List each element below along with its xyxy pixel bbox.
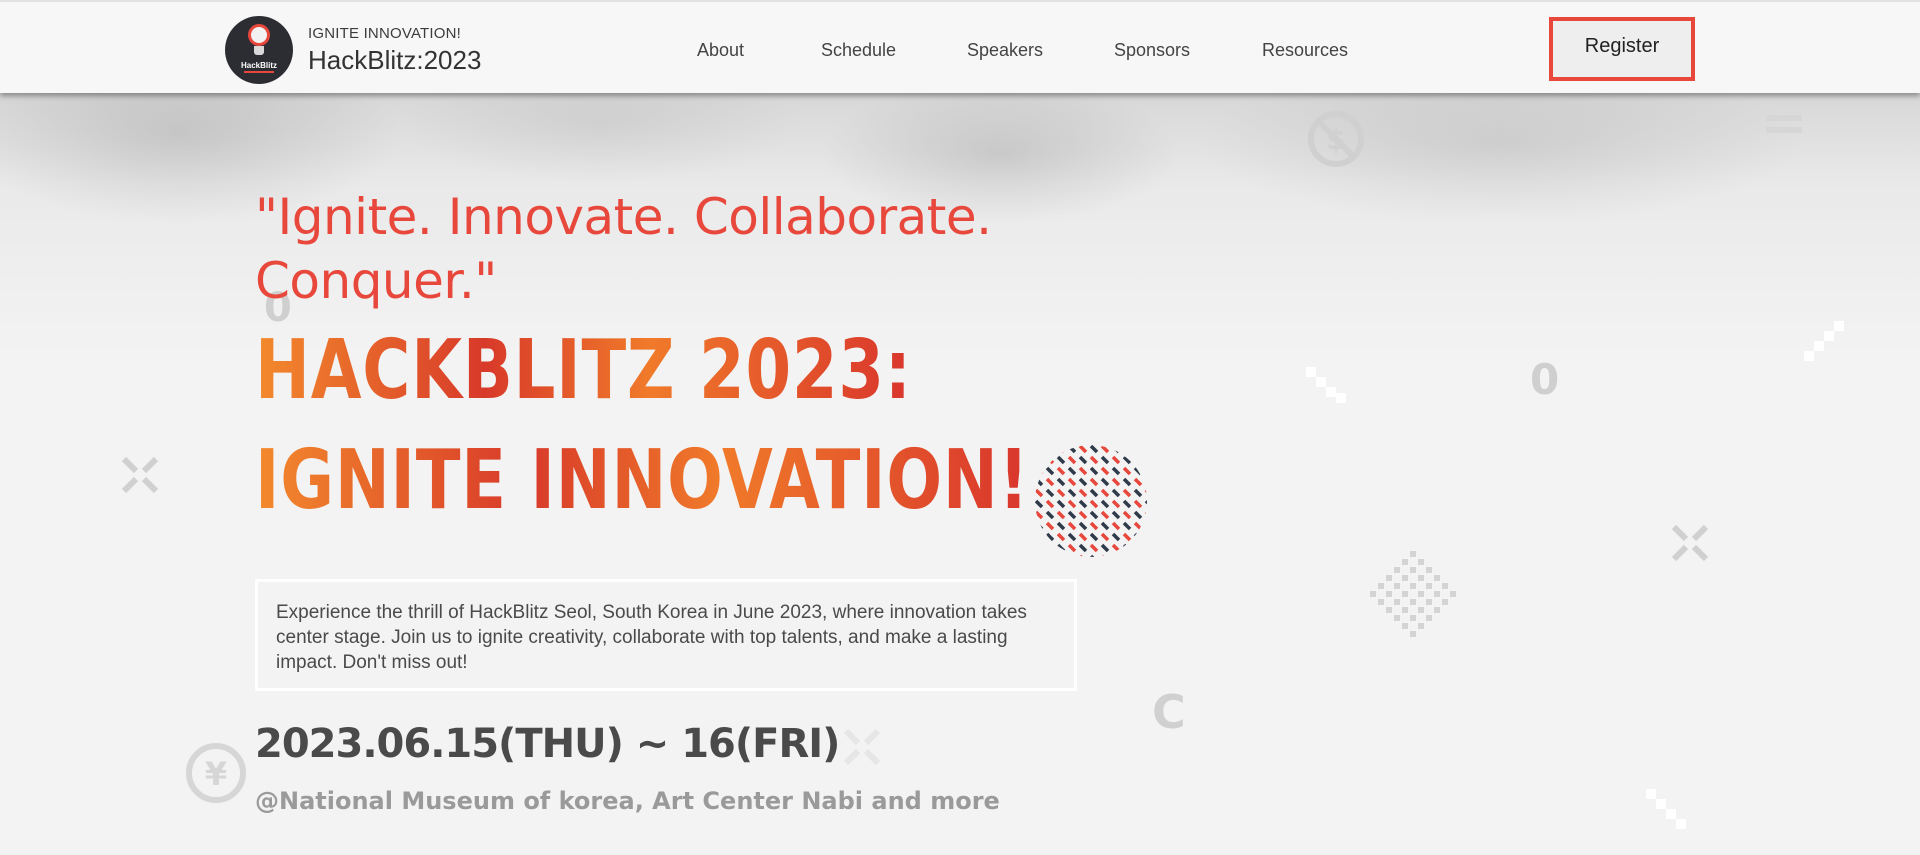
cross-icon bbox=[121, 456, 159, 494]
c-glyph: C bbox=[1152, 685, 1186, 739]
hero-quote: "Ignite. Innovate. Collaborate. Conquer.… bbox=[255, 188, 992, 310]
hero-section: $ 0 0 C ¥ "Ignite. Innovate. Collaborate… bbox=[0, 93, 1920, 855]
hero-title-line1: HACKBLITZ 2023: bbox=[255, 323, 912, 418]
cross-icon-bottom bbox=[843, 728, 881, 766]
event-venue: @National Museum of korea, Art Center Na… bbox=[255, 787, 1000, 815]
nav-about[interactable]: About bbox=[697, 40, 744, 61]
nav-speakers[interactable]: Speakers bbox=[967, 40, 1043, 61]
yen-icon: ¥ bbox=[186, 743, 246, 803]
pixel-stairs-icon bbox=[1306, 367, 1346, 403]
site-header: HackBlitz IGNITE INNOVATION! HackBlitz:2… bbox=[0, 0, 1920, 93]
zero-glyph-right: 0 bbox=[1530, 355, 1560, 404]
equals-icon bbox=[1766, 115, 1802, 133]
logo-underline bbox=[225, 71, 293, 73]
hero-title-line2: IGNITE INNOVATION! bbox=[255, 433, 1030, 528]
register-label: Register bbox=[1584, 35, 1660, 57]
pixel-stairs-icon-bottom bbox=[1646, 789, 1686, 829]
description-box: Experience the thrill of HackBlitz Seol,… bbox=[255, 579, 1077, 691]
cross-icon-right bbox=[1671, 524, 1709, 562]
nav-sponsors[interactable]: Sponsors bbox=[1114, 40, 1190, 61]
register-button[interactable]: Register bbox=[1549, 17, 1695, 81]
svg-text:$: $ bbox=[1326, 123, 1345, 156]
nav-resources[interactable]: Resources bbox=[1262, 40, 1348, 61]
description-text: Experience the thrill of HackBlitz Seol,… bbox=[276, 602, 1027, 673]
no-dollar-icon: $ bbox=[1308, 111, 1364, 167]
dot-diamond-icon bbox=[1370, 551, 1456, 637]
event-date: 2023.06.15(THU) ~ 16(FRI) bbox=[255, 721, 840, 767]
pixel-stairs-icon-right bbox=[1804, 321, 1844, 361]
dot-pattern-icon bbox=[1035, 445, 1147, 557]
nav-schedule[interactable]: Schedule bbox=[821, 40, 896, 61]
svg-text:¥: ¥ bbox=[205, 755, 227, 793]
